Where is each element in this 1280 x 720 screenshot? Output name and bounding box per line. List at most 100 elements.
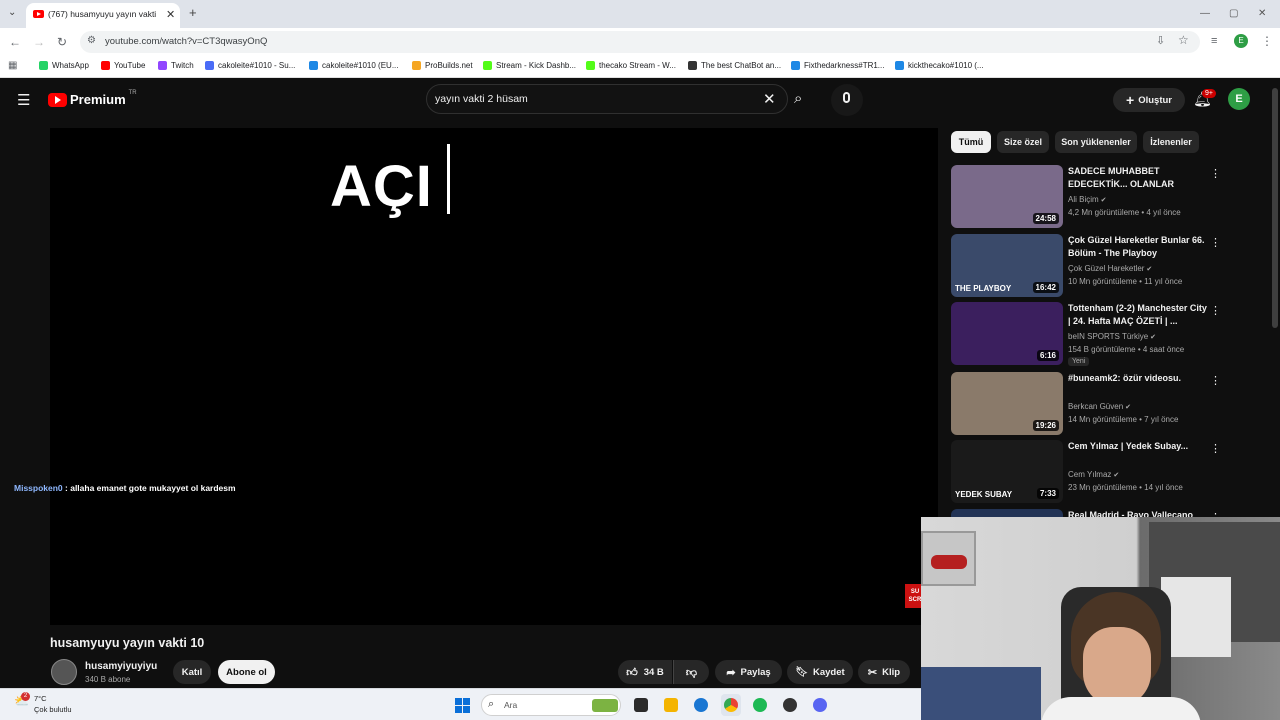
recommended-video[interactable]: 24:58 SADECE MUHABBET EDECEKTİK... OLANLA… bbox=[951, 165, 1271, 229]
weather-temp: 7°C bbox=[34, 694, 47, 703]
video-duration: 6:16 bbox=[1036, 350, 1059, 361]
recommended-channel[interactable]: Çok Güzel Hareketler ✔ bbox=[1068, 264, 1152, 273]
chip-recently-uploaded[interactable]: Son yüklenenler bbox=[1055, 131, 1137, 153]
close-window-icon[interactable]: ✕ bbox=[1258, 8, 1266, 19]
recommended-video[interactable]: YEDEK SUBAY 7:33 Cem Yılmaz | Yedek Subay.… bbox=[951, 440, 1271, 504]
save-label: Kaydet bbox=[813, 666, 845, 678]
chip-watched[interactable]: İzlenenler bbox=[1143, 131, 1199, 153]
maximize-icon[interactable]: ▢ bbox=[1229, 8, 1238, 19]
close-tab-icon[interactable]: ✕ bbox=[166, 8, 175, 21]
more-actions-icon[interactable]: ⋮ bbox=[1210, 236, 1221, 249]
recommended-video-title[interactable]: Çok Güzel Hareketler Bunlar 66. Bölüm - … bbox=[1068, 234, 1208, 260]
discord-icon[interactable] bbox=[813, 698, 827, 712]
chrome-icon[interactable] bbox=[724, 698, 738, 712]
install-icon[interactable]: ⇩ bbox=[1156, 34, 1165, 47]
profile-avatar[interactable]: E bbox=[1234, 34, 1248, 48]
bookmark-item[interactable]: kickthecako#1010 (... bbox=[895, 61, 984, 70]
youtube-logo[interactable]: Premium TR bbox=[48, 90, 137, 107]
back-icon[interactable]: ← bbox=[9, 35, 21, 49]
voice-search-button[interactable] bbox=[831, 84, 863, 116]
bookmark-item[interactable]: Twitch bbox=[158, 61, 194, 70]
obs-icon[interactable] bbox=[783, 698, 797, 712]
recommended-video-title[interactable]: Tottenham (2-2) Manchester City | 24. Ha… bbox=[1068, 302, 1208, 328]
recommended-channel-name: beIN SPORTS Türkiye bbox=[1068, 332, 1149, 341]
thumbnail-caption: THE PLAYBOY bbox=[955, 284, 1012, 293]
browser-tab-active[interactable]: (767) husamyuyu yayın vakti 10 ✕ bbox=[26, 3, 180, 28]
recommended-channel[interactable]: Ali Biçim ✔ bbox=[1068, 195, 1106, 204]
thumbnail-caption: YEDEK SUBAY bbox=[955, 490, 1013, 499]
bookmark-item[interactable]: Stream - Kick Dashb... bbox=[483, 61, 576, 70]
file-explorer-icon[interactable] bbox=[664, 698, 678, 712]
account-avatar[interactable]: E bbox=[1228, 88, 1250, 110]
new-tab-icon[interactable]: + bbox=[189, 5, 197, 20]
url-text[interactable]: youtube.com/watch?v=CT3qwasyOnQ bbox=[105, 36, 267, 47]
task-view-icon[interactable] bbox=[634, 698, 648, 712]
minimize-icon[interactable]: — bbox=[1200, 8, 1210, 19]
apps-grid-icon[interactable]: ▦ bbox=[8, 60, 17, 71]
bookmark-item[interactable]: WhatsApp bbox=[39, 61, 89, 70]
tab-title: (767) husamyuyu yayın vakti 10 bbox=[48, 9, 156, 19]
share-button[interactable]: ➦ Paylaş bbox=[715, 660, 782, 684]
clear-search-icon[interactable]: ✕ bbox=[763, 90, 776, 108]
chip-for-you[interactable]: Size özel bbox=[997, 131, 1049, 153]
save-button[interactable]: 🔖︎ Kaydet bbox=[787, 660, 853, 684]
recommended-video-title[interactable]: SADECE MUHABBET EDECEKTİK... OLANLAR OLD… bbox=[1068, 165, 1208, 191]
page-scrollbar[interactable] bbox=[1272, 88, 1278, 328]
hamburger-menu-icon[interactable]: ☰ bbox=[17, 91, 30, 109]
video-thumbnail[interactable]: YEDEK SUBAY 7:33 bbox=[951, 440, 1063, 503]
recommended-video-title[interactable]: Cem Yılmaz | Yedek Subay... bbox=[1068, 440, 1208, 453]
video-thumbnail[interactable]: 19:26 bbox=[951, 372, 1063, 435]
more-actions-icon[interactable]: ⋮ bbox=[1210, 304, 1221, 317]
video-player[interactable]: AÇI SU SCR bbox=[50, 128, 938, 625]
channel-name[interactable]: husamyiyuyiyu bbox=[85, 661, 157, 672]
omnibox[interactable]: ⚙ youtube.com/watch?v=CT3qwasyOnQ ⇩ ☆ bbox=[80, 31, 1200, 53]
video-thumbnail[interactable]: 24:58 bbox=[951, 165, 1063, 228]
recommended-video[interactable]: THE PLAYBOY 16:42 Çok Güzel Hareketler Bun… bbox=[951, 234, 1271, 298]
video-thumbnail[interactable]: 6:16 bbox=[951, 302, 1063, 365]
more-actions-icon[interactable]: ⋮ bbox=[1210, 374, 1221, 387]
reload-icon[interactable]: ↻ bbox=[57, 35, 67, 49]
browser-menu-icon[interactable]: ⋮ bbox=[1261, 34, 1273, 48]
search-input[interactable]: yayın vakti 2 hüsam bbox=[435, 93, 528, 105]
create-button[interactable]: + Oluştur bbox=[1113, 88, 1185, 112]
search-box[interactable]: yayın vakti 2 hüsam ✕ bbox=[426, 84, 788, 114]
verified-check-icon: ✔ bbox=[1098, 197, 1107, 204]
join-button[interactable]: Katıl bbox=[173, 660, 211, 684]
bookmark-star-icon[interactable]: ☆ bbox=[1178, 33, 1189, 47]
video-thumbnail[interactable]: THE PLAYBOY 16:42 bbox=[951, 234, 1063, 297]
bookmark-item[interactable]: thecako Stream - W... bbox=[586, 61, 676, 70]
recommended-video[interactable]: 6:16 Tottenham (2-2) Manchester City | 24… bbox=[951, 302, 1271, 366]
video-overlay-text: AÇI bbox=[330, 154, 433, 219]
recommended-video[interactable]: 19:26 #buneamk2: özür videosu. Berkcan Güv… bbox=[951, 372, 1271, 436]
wall-poster bbox=[921, 531, 976, 586]
bookmark-item[interactable]: The best ChatBot an... bbox=[688, 61, 781, 70]
search-icon[interactable]: ⌕ bbox=[794, 90, 802, 107]
more-actions-icon[interactable]: ⋮ bbox=[1210, 442, 1221, 455]
channel-avatar[interactable] bbox=[51, 659, 77, 685]
bookmark-item[interactable]: YouTube bbox=[101, 61, 145, 70]
recommended-video-title[interactable]: #buneamk2: özür videosu. bbox=[1068, 372, 1208, 385]
bookmark-item[interactable]: Fixthedarkness#TR1... bbox=[791, 61, 884, 70]
bookmark-label: ProBuilds.net bbox=[425, 61, 473, 70]
taskbar-search[interactable]: ⌕ Ara bbox=[481, 694, 621, 716]
windows-start-icon[interactable] bbox=[455, 698, 470, 713]
tab-search-icon[interactable]: ⌄ bbox=[8, 7, 16, 18]
bookmark-item[interactable]: cakoleite#1010 - Su... bbox=[205, 61, 295, 70]
recommended-channel[interactable]: Berkcan Güven ✔ bbox=[1068, 402, 1131, 411]
recommended-channel[interactable]: Cem Yılmaz ✔ bbox=[1068, 470, 1119, 479]
spotify-icon[interactable] bbox=[753, 698, 767, 712]
like-button[interactable]: 👍︎ 34 B bbox=[618, 660, 672, 684]
subscribe-button[interactable]: Abone ol bbox=[218, 660, 275, 684]
recommended-channel[interactable]: beIN SPORTS Türkiye ✔ bbox=[1068, 332, 1156, 341]
reading-list-icon[interactable]: ≡ bbox=[1211, 35, 1217, 47]
address-bar-row: ← → ↻ ⚙ youtube.com/watch?v=CT3qwasyOnQ … bbox=[0, 28, 1280, 56]
more-actions-icon[interactable]: ⋮ bbox=[1210, 167, 1221, 180]
edge-icon[interactable] bbox=[694, 698, 708, 712]
chip-all[interactable]: Tümü bbox=[951, 131, 991, 153]
bookmark-item[interactable]: ProBuilds.net bbox=[412, 61, 473, 70]
clip-button[interactable]: ✂ Klip bbox=[858, 660, 910, 684]
dislike-button[interactable]: 👎︎ bbox=[673, 660, 709, 684]
forward-icon[interactable]: → bbox=[33, 35, 45, 49]
bookmark-item[interactable]: cakoleite#1010 (EU... bbox=[309, 61, 399, 70]
site-info-icon[interactable]: ⚙ bbox=[87, 35, 96, 46]
